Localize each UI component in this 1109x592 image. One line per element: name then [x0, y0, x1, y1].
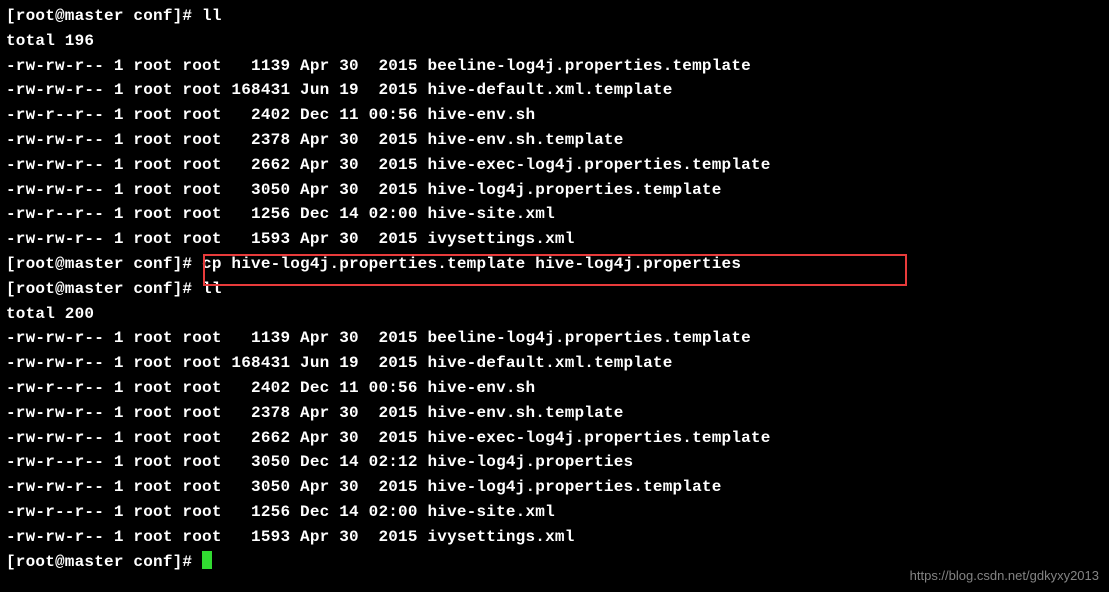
- file-row: -rw-rw-r-- 1 root root 2378 Apr 30 2015 …: [6, 128, 1103, 153]
- file-row: -rw-r--r-- 1 root root 1256 Dec 14 02:00…: [6, 202, 1103, 227]
- file-row: -rw-rw-r-- 1 root root 1593 Apr 30 2015 …: [6, 525, 1103, 550]
- file-row: -rw-r--r-- 1 root root 1256 Dec 14 02:00…: [6, 500, 1103, 525]
- prompt-line: [root@master conf]# ll: [6, 277, 1103, 302]
- terminal-output[interactable]: [root@master conf]# lltotal 196-rw-rw-r-…: [6, 4, 1103, 574]
- total-line: total 196: [6, 29, 1103, 54]
- file-row: -rw-rw-r-- 1 root root 1139 Apr 30 2015 …: [6, 326, 1103, 351]
- file-row: -rw-r--r-- 1 root root 3050 Dec 14 02:12…: [6, 450, 1103, 475]
- file-row: -rw-rw-r-- 1 root root 2662 Apr 30 2015 …: [6, 153, 1103, 178]
- file-row: -rw-rw-r-- 1 root root 1139 Apr 30 2015 …: [6, 54, 1103, 79]
- file-row: -rw-r--r-- 1 root root 2402 Dec 11 00:56…: [6, 103, 1103, 128]
- command-text: ll: [202, 7, 222, 25]
- watermark-text: https://blog.csdn.net/gdkyxy2013: [910, 566, 1099, 586]
- prompt-line: [root@master conf]# ll: [6, 4, 1103, 29]
- file-row: -rw-rw-r-- 1 root root 3050 Apr 30 2015 …: [6, 475, 1103, 500]
- command-text: cp hive-log4j.properties.template hive-l…: [202, 255, 741, 273]
- total-line: total 200: [6, 302, 1103, 327]
- file-row: -rw-r--r-- 1 root root 2402 Dec 11 00:56…: [6, 376, 1103, 401]
- file-row: -rw-rw-r-- 1 root root 2662 Apr 30 2015 …: [6, 426, 1103, 451]
- file-row: -rw-rw-r-- 1 root root 168431 Jun 19 201…: [6, 351, 1103, 376]
- file-row: -rw-rw-r-- 1 root root 168431 Jun 19 201…: [6, 78, 1103, 103]
- file-row: -rw-rw-r-- 1 root root 3050 Apr 30 2015 …: [6, 178, 1103, 203]
- prompt-line: [root@master conf]# cp hive-log4j.proper…: [6, 252, 1103, 277]
- command-text: ll: [202, 280, 222, 298]
- file-row: -rw-rw-r-- 1 root root 1593 Apr 30 2015 …: [6, 227, 1103, 252]
- file-row: -rw-rw-r-- 1 root root 2378 Apr 30 2015 …: [6, 401, 1103, 426]
- cursor-block: [202, 551, 212, 569]
